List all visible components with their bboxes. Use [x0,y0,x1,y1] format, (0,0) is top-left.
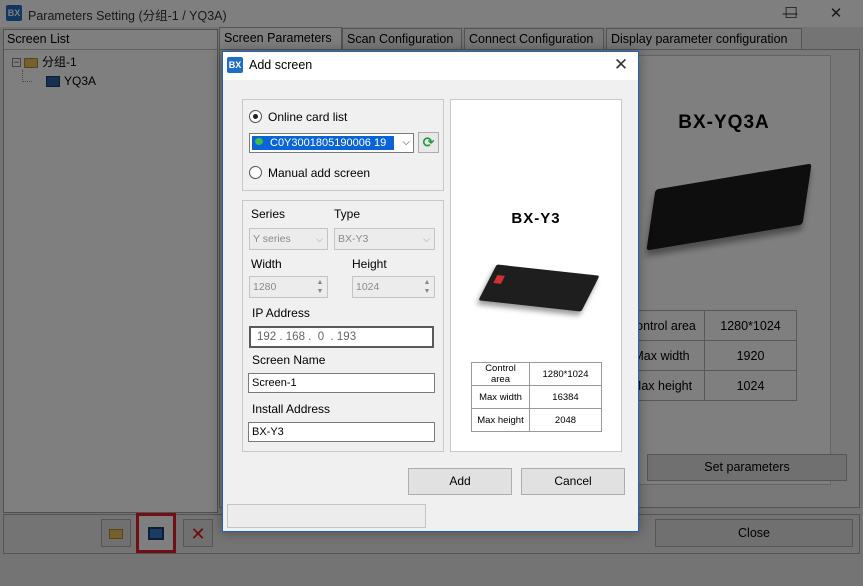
install-address-input[interactable]: BX-Y3 [248,422,435,442]
width-stepper[interactable]: 1280 ▲ ▼ [249,276,328,298]
height-value: 1024 [356,281,380,293]
table-row: Max width 16384 [471,385,602,409]
card-selected-value: C0Y3001805190006 19 [252,136,394,150]
height-label: Height [352,257,387,271]
card-preview-panel: BX-Y3 Control area 1280*1024 Max width 1… [450,99,622,452]
ip-address-input[interactable]: 192 . 168 . 0 . 193 [249,326,434,348]
spec-label: Control area [471,362,530,386]
dialog-titlebar: BX Add screen ✕ [223,52,638,80]
type-select[interactable]: BX-Y3 ⌵ [334,228,435,250]
refresh-button[interactable]: ⟳ [418,132,439,153]
spec-value: 1280*1024 [529,362,602,386]
manual-add-radio[interactable] [249,166,262,179]
dialog-title: Add screen [249,58,313,72]
type-value: BX-Y3 [338,233,369,245]
series-value: Y series [253,233,291,245]
refresh-icon: ⟳ [422,134,435,150]
series-select[interactable]: Y series ⌵ [249,228,328,250]
width-label: Width [251,257,282,271]
online-card-radio[interactable] [249,110,262,123]
manual-add-label: Manual add screen [268,166,371,180]
app-logo-icon: BX [227,57,243,73]
chevron-down-icon: ⌵ [316,234,323,244]
online-card-select[interactable]: C0Y3001805190006 19 ⌵ [249,133,414,153]
table-row: Control area 1280*1024 [471,362,602,386]
screen-name-label: Screen Name [252,353,326,367]
add-button[interactable]: Add [408,468,512,495]
chevron-down-icon: ⌵ [402,137,410,148]
spin-arrows-icon[interactable]: ▲ ▼ [422,278,432,296]
type-label: Type [334,207,361,221]
spin-arrows-icon[interactable]: ▲ ▼ [315,278,325,296]
install-address-label: Install Address [252,402,331,416]
spec-value: 16384 [529,385,602,409]
controller-device-image [478,264,600,312]
spec-label: Max width [471,385,530,409]
dialog-close-icon[interactable]: ✕ [610,54,632,76]
preview-spec-table: Control area 1280*1024 Max width 16384 M… [471,362,602,432]
dialog-status-field [227,504,426,528]
spec-label: Max height [471,408,530,432]
chevron-down-icon: ⌵ [423,234,430,244]
width-value: 1280 [253,281,277,293]
preview-title: BX-Y3 [511,210,561,227]
screen-name-input[interactable]: Screen-1 [248,373,435,393]
online-card-label: Online card list [268,110,348,124]
ip-address-label: IP Address [252,306,310,320]
table-row: Max height 2048 [471,408,602,432]
cancel-button[interactable]: Cancel [521,468,625,495]
spec-value: 2048 [529,408,602,432]
series-label: Series [251,207,286,221]
height-stepper[interactable]: 1024 ▲ ▼ [352,276,435,298]
online-status-icon [255,138,263,145]
add-screen-dialog: BX Add screen ✕ Online card list C0Y3001… [222,51,639,532]
